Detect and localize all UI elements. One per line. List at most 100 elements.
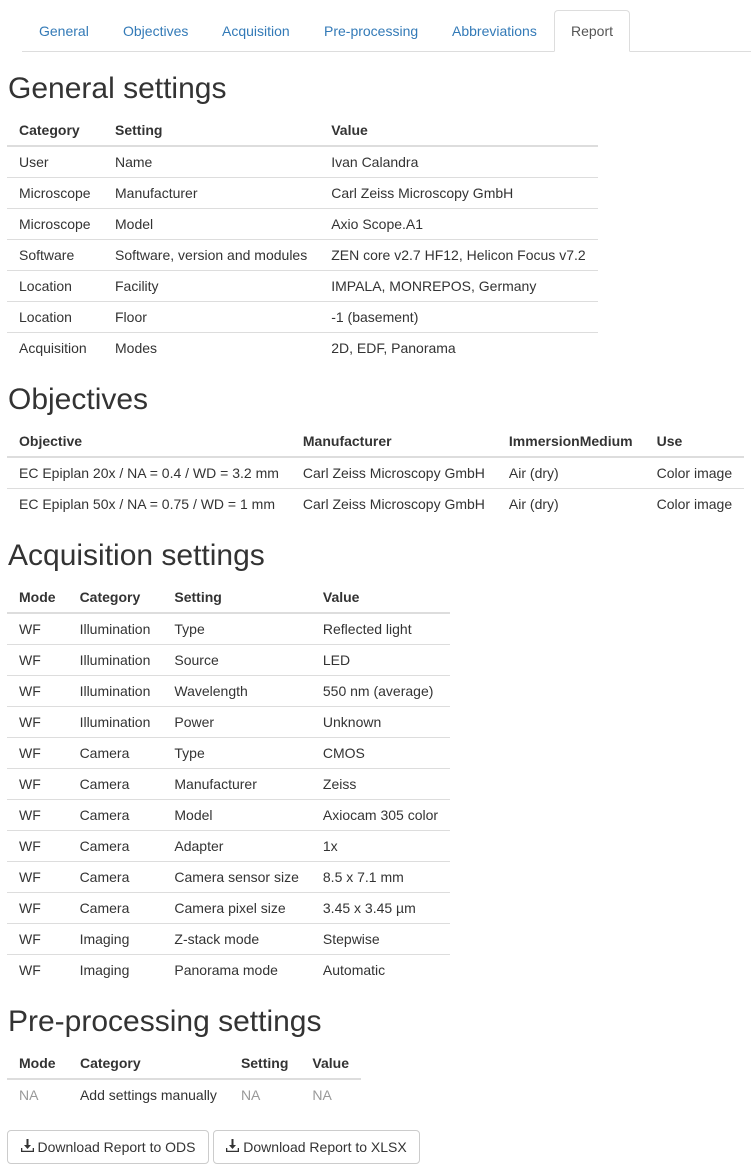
general-settings-heading: General settings bbox=[8, 72, 227, 105]
table-cell: 550 nm (average) bbox=[310, 674, 451, 706]
pre-processing-settings-heading: Pre-processing settings bbox=[8, 1005, 322, 1038]
table-cell: Power bbox=[162, 705, 311, 737]
table-cell: ZEN core v2.7 HF12, Helicon Focus v7.2 bbox=[319, 238, 598, 270]
table-cell: Reflected light bbox=[322, 620, 412, 637]
tab-acquisition[interactable]: Acquisition bbox=[205, 10, 307, 52]
table-row: WF Imaging Panorama mode Automatic bbox=[7, 953, 451, 985]
table-row: WF Illumination Type Reflected light bbox=[7, 613, 450, 644]
table-cell: User bbox=[19, 153, 49, 170]
table-cell: Manufacturer bbox=[103, 176, 320, 208]
table-cell: WF bbox=[7, 705, 68, 737]
table-row: WF Camera Camera pixel size 3.45 x 3.45 µm bbox=[7, 891, 451, 923]
table-cell: Add settings manually bbox=[79, 1087, 217, 1103]
table-cell: Color image bbox=[644, 487, 745, 519]
table-cell: Location bbox=[7, 269, 103, 301]
table-cell: Automatic bbox=[310, 953, 451, 985]
column-header: Value bbox=[310, 581, 451, 614]
table-cell: -1 (basement) bbox=[319, 300, 598, 332]
download-icon bbox=[225, 1131, 240, 1163]
tab-abbreviations[interactable]: Abbreviations bbox=[435, 10, 554, 52]
table-cell: Ivan Calandra bbox=[331, 153, 419, 170]
table-cell: NA bbox=[19, 1087, 39, 1103]
column-header: Category bbox=[67, 1047, 229, 1080]
objectives-heading: Objectives bbox=[8, 383, 149, 416]
column-header: Manufacturer bbox=[290, 425, 497, 458]
column-header: Setting bbox=[162, 581, 311, 614]
table-cell: CMOS bbox=[310, 736, 451, 768]
tab-general[interactable]: General bbox=[22, 10, 106, 52]
table-row: EC Epiplan 20x / NA = 0.4 / WD = 3.2 mm C… bbox=[7, 457, 744, 488]
table-row: Microscope Manufacturer Carl Zeiss Microsc… bbox=[7, 176, 598, 208]
table-cell: WF bbox=[7, 953, 68, 985]
acquisition-settings-heading: Acquisition settings bbox=[8, 539, 265, 572]
table-cell: Model bbox=[162, 798, 311, 830]
column-header: Category bbox=[67, 581, 163, 614]
download-ods-button[interactable]: Download Report to ODS bbox=[7, 1130, 209, 1164]
table-cell: Imaging bbox=[67, 922, 163, 954]
column-header: Setting bbox=[228, 1047, 301, 1080]
table-cell: Carl Zeiss Microscopy GmbH bbox=[290, 487, 497, 519]
column-header: Value bbox=[300, 1047, 361, 1080]
table-cell: Camera sensor size bbox=[162, 860, 311, 892]
table-cell: WF bbox=[7, 736, 68, 768]
table-cell: Carl Zeiss Microscopy GmbH bbox=[319, 176, 598, 208]
table-cell: Zeiss bbox=[310, 767, 451, 799]
table-cell: Imaging bbox=[67, 953, 163, 985]
table-cell: Microscope bbox=[7, 176, 103, 208]
tab-bar: General Objectives Acquisition Pre-proce… bbox=[22, 0, 751, 52]
table-cell: Location bbox=[7, 300, 103, 332]
table-cell: WF bbox=[7, 829, 68, 861]
column-header: Category bbox=[7, 114, 103, 147]
table-cell: Axio Scope.A1 bbox=[319, 207, 598, 239]
table-cell: Facility bbox=[103, 269, 320, 301]
table-cell: Type bbox=[162, 736, 311, 768]
table-cell: WF bbox=[7, 767, 68, 799]
table-cell: 3.45 x 3.45 µm bbox=[310, 891, 451, 923]
table-cell: Z-stack mode bbox=[162, 922, 311, 954]
column-header: Value bbox=[319, 114, 598, 147]
column-header: Use bbox=[644, 425, 745, 458]
table-cell: Source bbox=[162, 643, 311, 675]
table-cell: Manufacturer bbox=[162, 767, 311, 799]
pre-processing-settings-table: Mode Category Setting Value NA Add settings … bbox=[7, 1047, 361, 1110]
table-row: Location Floor -1 (basement) bbox=[7, 300, 598, 332]
download-ods-label: Download Report to ODS bbox=[37, 1139, 196, 1155]
table-cell: Unknown bbox=[310, 705, 451, 737]
table-cell: Name bbox=[115, 153, 153, 170]
table-cell: Modes bbox=[103, 331, 320, 363]
column-header: Mode bbox=[7, 1047, 68, 1080]
table-header-row: Mode Category Setting Value bbox=[7, 1047, 361, 1080]
table-cell: Illumination bbox=[67, 705, 163, 737]
table-cell: Model bbox=[103, 207, 320, 239]
table-row: WF Camera Type CMOS bbox=[7, 736, 451, 768]
objectives-table: Objective Manufacturer ImmersionMedium Use … bbox=[7, 425, 745, 519]
table-cell: Microscope bbox=[7, 207, 103, 239]
table-row: User Name Ivan Calandra bbox=[7, 146, 598, 177]
table-cell: WF bbox=[7, 643, 68, 675]
table-header-row: Category Setting Value bbox=[7, 114, 598, 147]
table-cell: IMPALA, MONREPOS, Germany bbox=[319, 269, 598, 301]
table-cell: Wavelength bbox=[162, 674, 311, 706]
column-header: Mode bbox=[7, 581, 68, 614]
table-cell: Software bbox=[7, 238, 103, 270]
tab-objectives[interactable]: Objectives bbox=[106, 10, 205, 52]
table-cell: WF bbox=[19, 620, 41, 637]
column-header: ImmersionMedium bbox=[496, 425, 645, 458]
download-xlsx-button[interactable]: Download Report to XLSX bbox=[213, 1130, 420, 1164]
table-row: WF Camera Camera sensor size 8.5 x 7.1 mm bbox=[7, 860, 451, 892]
table-cell: Camera bbox=[67, 767, 163, 799]
table-cell: Camera bbox=[67, 860, 163, 892]
table-cell: WF bbox=[7, 798, 68, 830]
tab-report[interactable]: Report bbox=[554, 10, 631, 52]
table-header-row: Objective Manufacturer ImmersionMedium Use bbox=[7, 425, 745, 458]
general-settings-table: Category Setting Value User Name Ivan Caland… bbox=[7, 114, 598, 363]
table-cell: NA bbox=[312, 1087, 332, 1103]
table-header-row: Mode Category Setting Value bbox=[7, 581, 451, 614]
table-row: NA Add settings manually NA NA bbox=[7, 1079, 361, 1110]
table-cell: Illumination bbox=[67, 643, 163, 675]
tab-pre-processing[interactable]: Pre-processing bbox=[307, 10, 435, 52]
table-row: Microscope Model Axio Scope.A1 bbox=[7, 207, 598, 239]
table-cell: 1x bbox=[310, 829, 451, 861]
table-cell: Camera bbox=[67, 736, 163, 768]
table-cell: Camera pixel size bbox=[162, 891, 311, 923]
